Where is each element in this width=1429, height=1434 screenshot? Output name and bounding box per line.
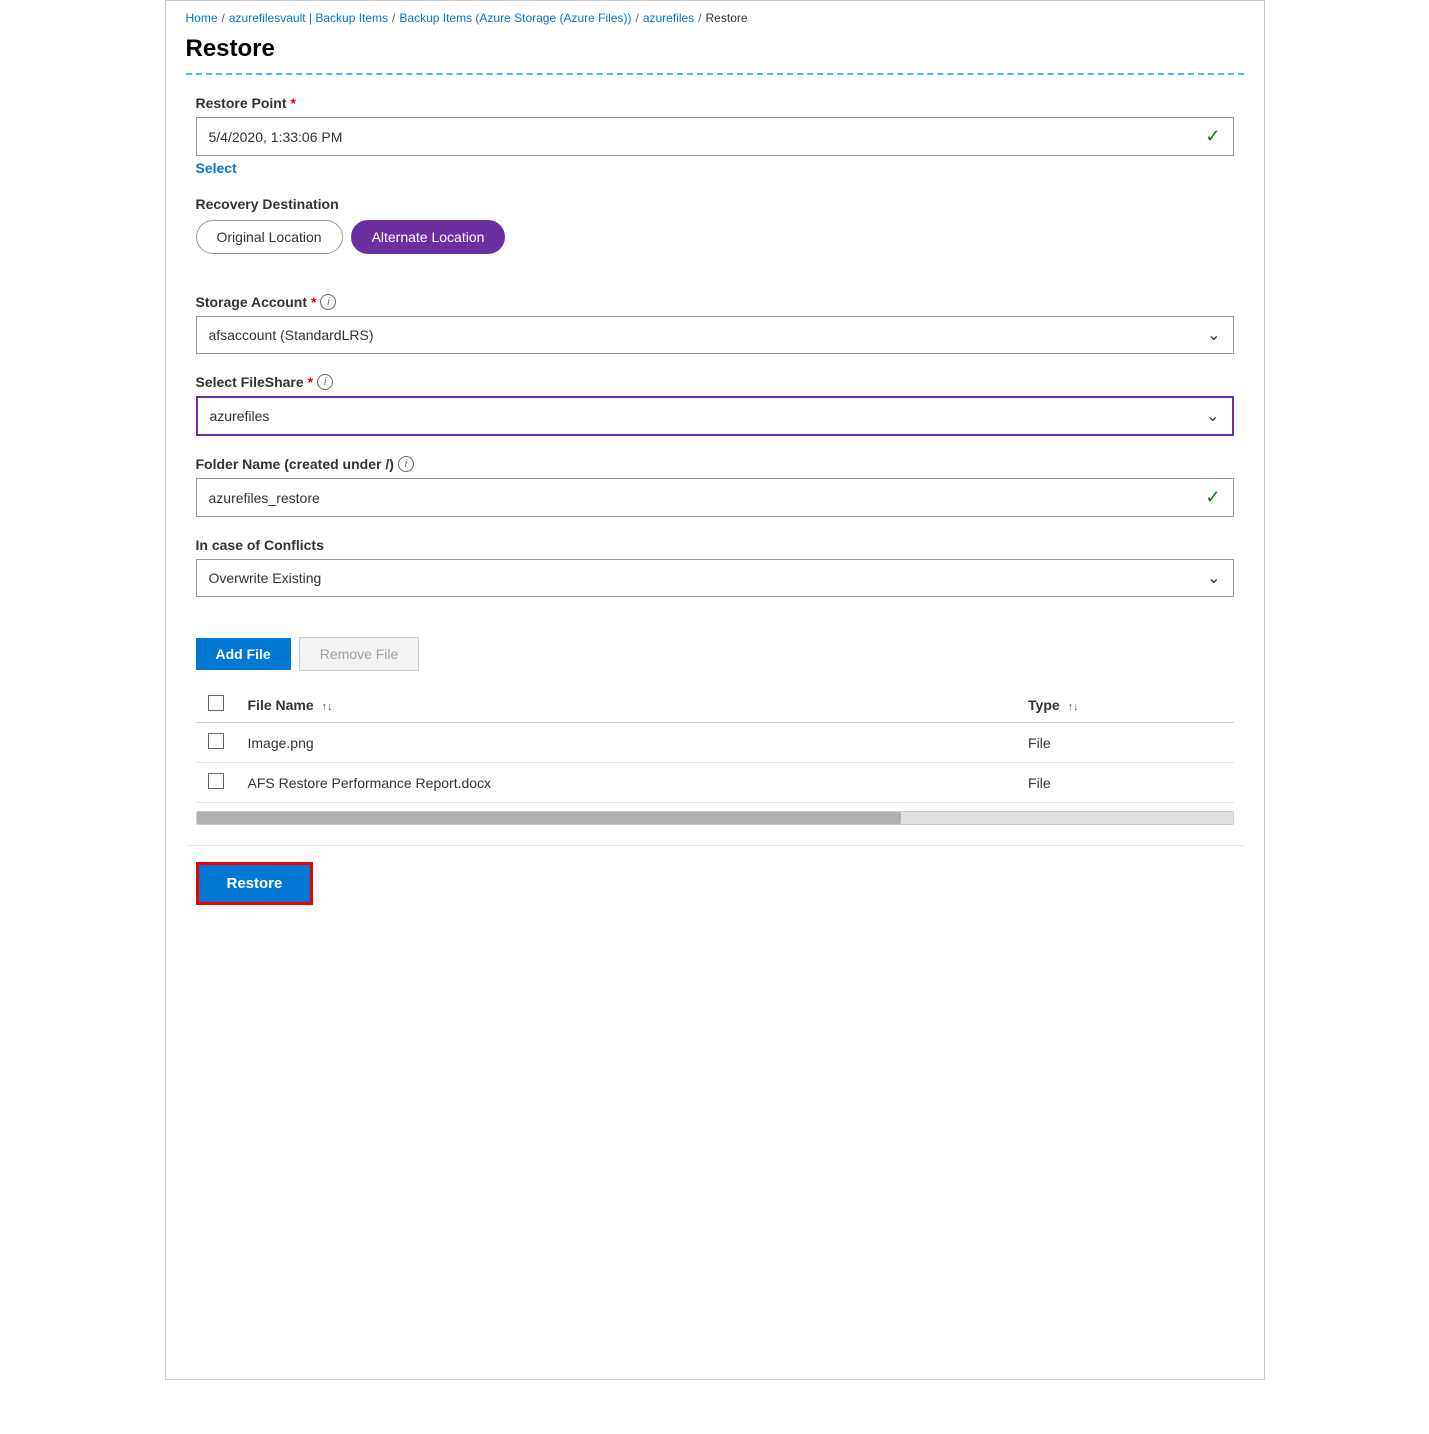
folder-name-group: Folder Name (created under /) i azurefil… xyxy=(196,456,1234,517)
recovery-destination-options: Original Location Alternate Location xyxy=(196,220,1234,254)
restore-point-value: 5/4/2020, 1:33:06 PM xyxy=(209,129,343,145)
row1-filename: Image.png xyxy=(236,723,1017,763)
row1-checkbox[interactable] xyxy=(208,733,224,749)
conflicts-group: In case of Conflicts Overwrite Existing … xyxy=(196,537,1234,597)
restore-point-label: Restore Point * xyxy=(196,95,1234,111)
folder-name-info-icon[interactable]: i xyxy=(398,456,414,472)
form-section: Restore Point * 5/4/2020, 1:33:06 PM ✓ S… xyxy=(186,95,1244,825)
table-header-checkbox-cell xyxy=(196,687,236,723)
recovery-destination-label: Recovery Destination xyxy=(196,196,1234,212)
bottom-section: Restore xyxy=(186,845,1244,921)
conflicts-value: Overwrite Existing xyxy=(209,570,322,586)
table-row: AFS Restore Performance Report.docx File xyxy=(196,763,1234,803)
type-sort-icon[interactable]: ↑↓ xyxy=(1068,702,1079,713)
storage-account-group: Storage Account * i afsaccount (Standard… xyxy=(196,294,1234,354)
alternate-location-btn[interactable]: Alternate Location xyxy=(351,220,506,254)
row2-type: File xyxy=(1016,763,1233,803)
file-table: File Name ↑↓ Type ↑↓ Image.png File xyxy=(196,687,1234,803)
table-row: Image.png File xyxy=(196,723,1234,763)
folder-name-check: ✓ xyxy=(1205,487,1220,508)
restore-button[interactable]: Restore xyxy=(196,862,314,905)
restore-point-input: 5/4/2020, 1:33:06 PM ✓ xyxy=(196,117,1234,156)
storage-account-dropdown[interactable]: afsaccount (StandardLRS) ⌄ xyxy=(196,316,1234,354)
row2-checkbox-cell xyxy=(196,763,236,803)
restore-point-group: Restore Point * 5/4/2020, 1:33:06 PM ✓ S… xyxy=(196,95,1234,176)
row1-checkbox-cell xyxy=(196,723,236,763)
fileshare-chevron-icon: ⌄ xyxy=(1206,406,1219,426)
folder-name-value: azurefiles_restore xyxy=(209,490,320,506)
page-wrapper: Home / azurefilesvault | Backup Items / … xyxy=(165,0,1265,1380)
folder-name-input[interactable]: azurefiles_restore ✓ xyxy=(196,478,1234,517)
file-action-buttons: Add File Remove File xyxy=(196,637,1234,671)
select-all-checkbox[interactable] xyxy=(208,695,224,711)
section-divider xyxy=(186,73,1244,75)
storage-account-value: afsaccount (StandardLRS) xyxy=(209,327,374,343)
horizontal-scrollbar[interactable] xyxy=(196,811,1234,825)
recovery-destination-group: Recovery Destination Original Location A… xyxy=(196,196,1234,254)
breadcrumb-current: Restore xyxy=(706,11,748,25)
breadcrumb: Home / azurefilesvault | Backup Items / … xyxy=(186,11,1244,25)
breadcrumb-home[interactable]: Home xyxy=(186,11,218,25)
fileshare-group: Select FileShare * i azurefiles ⌄ xyxy=(196,374,1234,436)
conflicts-label: In case of Conflicts xyxy=(196,537,1234,553)
row2-checkbox[interactable] xyxy=(208,773,224,789)
remove-file-button: Remove File xyxy=(299,637,420,671)
breadcrumb-vault[interactable]: azurefilesvault | Backup Items xyxy=(229,11,388,25)
storage-account-label: Storage Account * i xyxy=(196,294,1234,310)
table-header-type: Type ↑↓ xyxy=(1016,687,1233,723)
original-location-btn[interactable]: Original Location xyxy=(196,220,343,254)
conflicts-dropdown[interactable]: Overwrite Existing ⌄ xyxy=(196,559,1234,597)
breadcrumb-backup-items[interactable]: Backup Items (Azure Storage (Azure Files… xyxy=(399,11,631,25)
page-title: Restore xyxy=(186,35,1244,63)
scrollbar-thumb xyxy=(197,812,901,824)
restore-point-check: ✓ xyxy=(1205,126,1220,147)
conflicts-chevron-icon: ⌄ xyxy=(1207,568,1220,588)
restore-point-required: * xyxy=(291,95,296,111)
folder-name-label: Folder Name (created under /) i xyxy=(196,456,1234,472)
fileshare-dropdown[interactable]: azurefiles ⌄ xyxy=(196,396,1234,436)
fileshare-value: azurefiles xyxy=(210,408,270,424)
breadcrumb-azurefiles[interactable]: azurefiles xyxy=(643,11,694,25)
fileshare-label: Select FileShare * i xyxy=(196,374,1234,390)
select-link[interactable]: Select xyxy=(196,160,237,176)
row1-type: File xyxy=(1016,723,1233,763)
add-file-button[interactable]: Add File xyxy=(196,638,291,670)
table-header-filename: File Name ↑↓ xyxy=(236,687,1017,723)
storage-account-chevron-icon: ⌄ xyxy=(1207,325,1220,345)
storage-account-info-icon[interactable]: i xyxy=(320,294,336,310)
fileshare-info-icon[interactable]: i xyxy=(317,374,333,390)
row2-filename: AFS Restore Performance Report.docx xyxy=(236,763,1017,803)
filename-sort-icon[interactable]: ↑↓ xyxy=(322,702,333,713)
